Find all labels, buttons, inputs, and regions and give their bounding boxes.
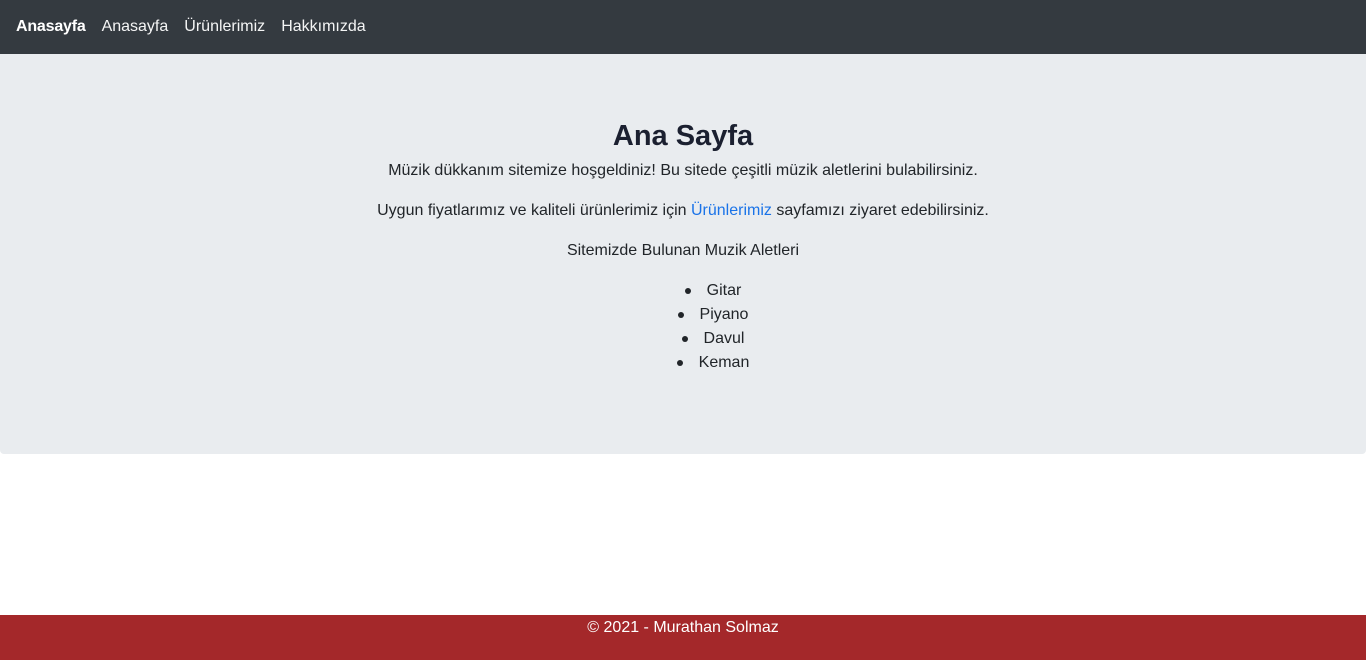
bullet-icon xyxy=(676,359,683,366)
instrument-label: Davul xyxy=(703,330,745,347)
bullet-icon xyxy=(681,335,688,342)
products-link[interactable]: Ürünlerimiz xyxy=(691,202,772,219)
instrument-label: Piyano xyxy=(699,306,749,323)
products-text-before: Uygun fiyatlarımız ve kaliteli ürünlerim… xyxy=(377,202,691,219)
products-paragraph: Uygun fiyatlarımız ve kaliteli ürünlerim… xyxy=(0,199,1366,223)
page-footer: © 2021 - Murathan Solmaz xyxy=(0,615,1366,660)
page-title: Ana Sayfa xyxy=(612,120,754,152)
nav-link-urunlerimiz[interactable]: Ürünlerimiz xyxy=(176,18,273,36)
top-navbar: Anasayfa Anasayfa Ürünlerimiz Hakkımızda xyxy=(0,0,1366,54)
hero-section: Ana Sayfa Müzik dükkanım sitemize hoşgel… xyxy=(0,54,1366,454)
welcome-text: Müzik dükkanım sitemize hoşgeldiniz! Bu … xyxy=(388,162,978,179)
list-item: Davul xyxy=(0,327,1366,351)
list-item: Piyano xyxy=(0,303,1366,327)
list-item: Gitar xyxy=(0,279,1366,303)
bullet-icon xyxy=(684,287,691,294)
products-text-after: sayfamızı ziyaret edebilirsiniz. xyxy=(771,202,989,219)
list-item: Keman xyxy=(0,351,1366,375)
nav-link-anasayfa[interactable]: Anasayfa xyxy=(94,18,177,36)
nav-link-hakkimizda[interactable]: Hakkımızda xyxy=(273,18,373,36)
instrument-list: Gitar Piyano Davul Keman xyxy=(0,279,1366,375)
instruments-heading: Sitemizde Bulunan Muzik Aletleri xyxy=(566,242,800,259)
instrument-label: Gitar xyxy=(706,282,742,299)
bullet-icon xyxy=(677,311,684,318)
instrument-label: Keman xyxy=(698,354,750,371)
footer-copyright: © 2021 - Murathan Solmaz xyxy=(587,619,779,636)
navbar-brand[interactable]: Anasayfa xyxy=(16,18,86,36)
